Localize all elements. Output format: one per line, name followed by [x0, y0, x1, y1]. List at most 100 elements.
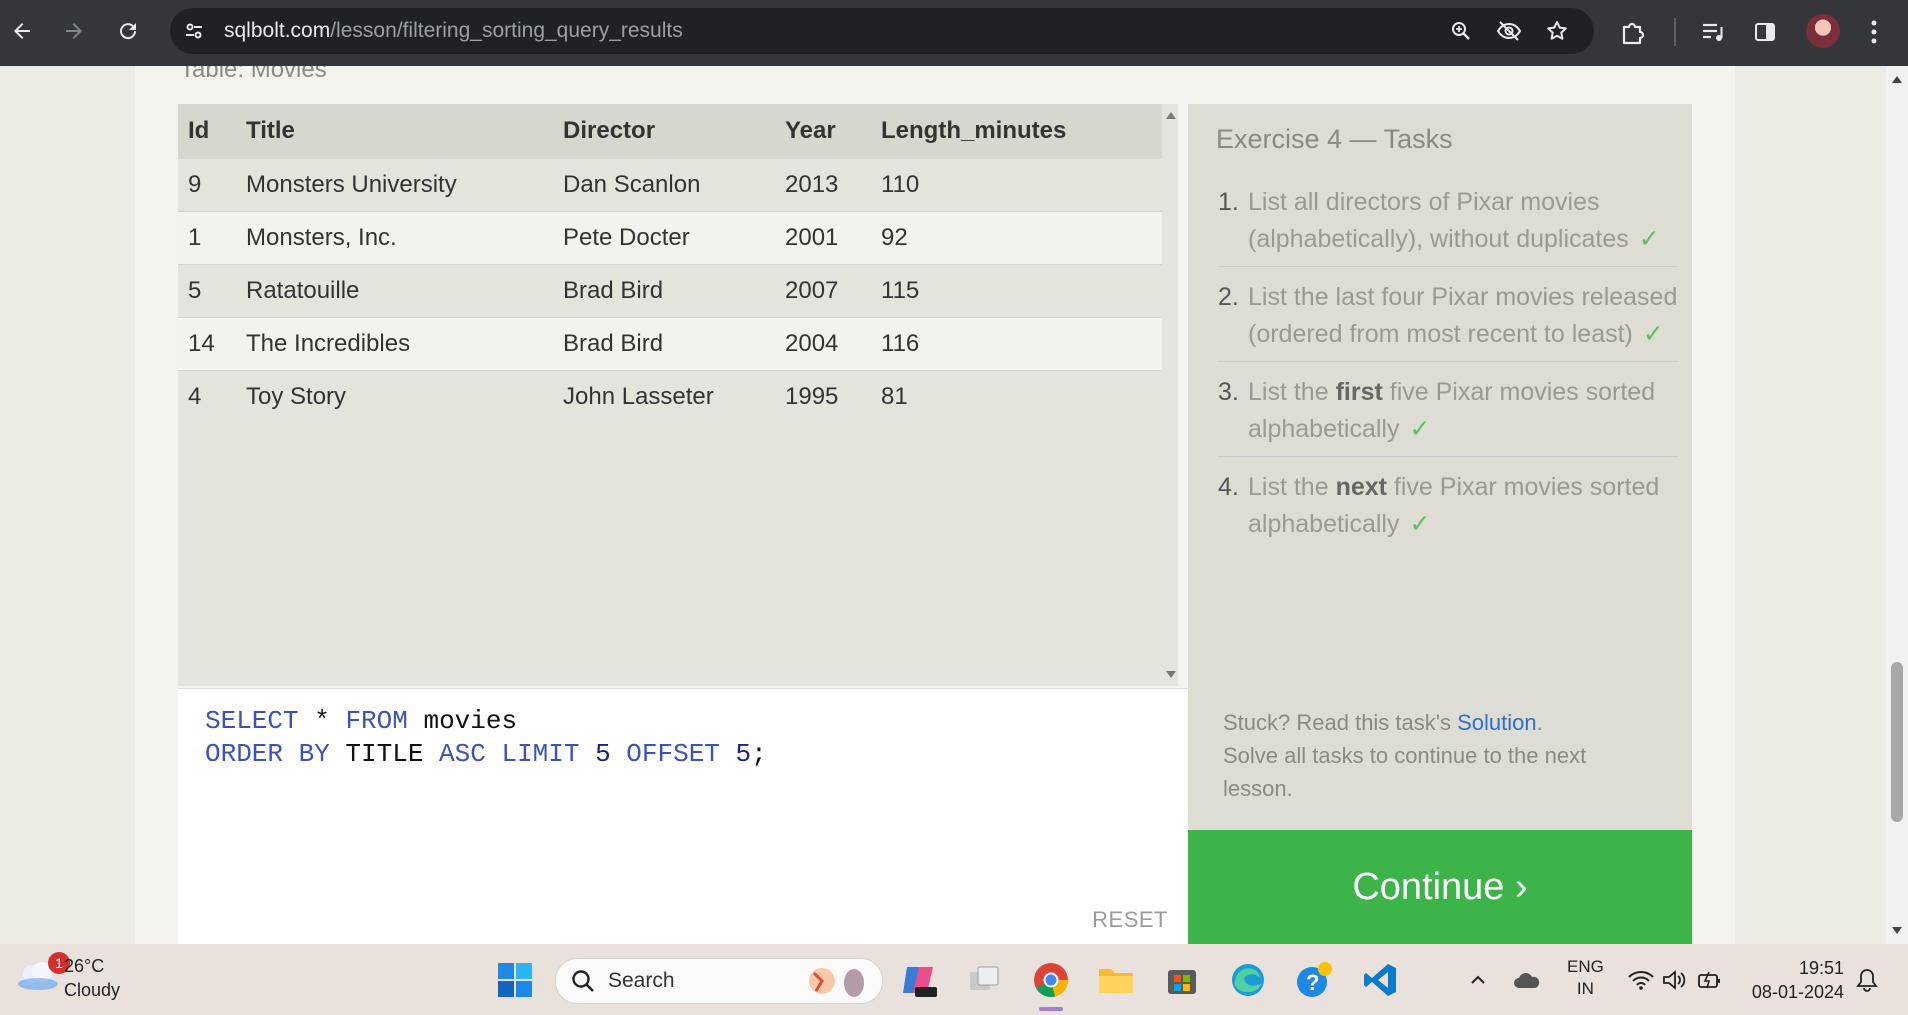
- table-row: 14 The Incredibles Brad Bird 2004 116: [178, 317, 1162, 371]
- check-icon: ✓: [1409, 415, 1431, 443]
- bookmark-star-icon[interactable]: [1544, 18, 1570, 44]
- task-number: 3.: [1218, 378, 1239, 406]
- system-clock[interactable]: 19:51 08-01-2024: [1744, 956, 1844, 1004]
- sql-text: *: [298, 706, 346, 736]
- edge-browser-icon[interactable]: [1226, 958, 1270, 1002]
- scroll-up-arrow-icon[interactable]: [1166, 112, 1176, 119]
- continue-button[interactable]: Continue ›: [1188, 830, 1692, 944]
- column-header: Length_minutes: [881, 104, 1162, 159]
- reset-button[interactable]: RESET: [1092, 907, 1168, 933]
- reload-button[interactable]: [110, 13, 146, 49]
- cell-year: 2013: [785, 158, 881, 212]
- forward-arrow-icon: [66, 23, 82, 39]
- cell-year: 2001: [785, 211, 881, 265]
- side-panel-icon[interactable]: [1749, 16, 1781, 48]
- table-row: 4 Toy Story John Lasseter 1995 81: [178, 370, 1162, 423]
- scroll-up-arrow-icon[interactable]: [1892, 76, 1902, 83]
- table-header-row: Id Title Director Year Length_minutes: [178, 104, 1162, 159]
- results-table: Id Title Director Year Length_minutes 9 …: [178, 104, 1162, 423]
- cell-id: 4: [178, 370, 246, 423]
- cell-title: Monsters University: [246, 158, 563, 212]
- query-results: Id Title Director Year Length_minutes 9 …: [178, 104, 1178, 686]
- show-hidden-icons-chevron-icon[interactable]: [1456, 958, 1500, 1002]
- task-item: 4. List the next five Pixar movies sorted…: [1218, 469, 1678, 551]
- exercise-tasks-panel: Exercise 4 — Tasks 1. List all directors …: [1188, 104, 1692, 686]
- onedrive-cloud-icon[interactable]: [1505, 958, 1549, 1002]
- vscode-app-icon[interactable]: [1358, 958, 1402, 1002]
- scrollbar-thumb[interactable]: [1891, 662, 1903, 822]
- search-highlight-icon: [809, 968, 864, 997]
- sql-text: ;: [751, 739, 767, 769]
- search-icon: [572, 970, 594, 992]
- stuck-text: Stuck? Read this task's: [1223, 710, 1458, 735]
- table-row: 9 Monsters University Dan Scanlon 2013 1…: [178, 158, 1162, 212]
- microsoft-store-icon[interactable]: [1160, 958, 1204, 1002]
- profile-avatar[interactable]: [1806, 14, 1840, 48]
- results-scrollbar[interactable]: [1164, 104, 1178, 686]
- cell-length: 110: [881, 158, 1162, 212]
- reload-icon: [120, 23, 137, 40]
- sql-editor[interactable]: SELECT * FROM movies ORDER BY TITLE ASC …: [178, 688, 1188, 944]
- forward-button[interactable]: [56, 13, 92, 49]
- scroll-down-arrow-icon[interactable]: [1892, 927, 1902, 934]
- taskbar-search[interactable]: Search: [555, 958, 883, 1004]
- weather-temperature: 26°C: [64, 956, 105, 976]
- weather-widget[interactable]: 1: [14, 952, 70, 999]
- stuck-period: .: [1536, 710, 1543, 735]
- page-scrollbar[interactable]: [1886, 66, 1908, 944]
- start-button[interactable]: [493, 958, 537, 1002]
- notification-bell-icon[interactable]: [1845, 958, 1889, 1002]
- sql-keyword: ORDER BY: [205, 739, 330, 769]
- cell-title: Monsters, Inc.: [246, 211, 563, 265]
- cell-title: Toy Story: [246, 370, 563, 423]
- task-emphasis: first: [1335, 378, 1383, 406]
- media-control-icon[interactable]: [1697, 16, 1729, 48]
- copilot-app-icon[interactable]: [896, 958, 940, 1002]
- windows-logo-icon: [498, 963, 532, 997]
- column-header: Id: [178, 104, 246, 159]
- task-number: 4.: [1218, 473, 1239, 501]
- back-button[interactable]: [4, 13, 40, 49]
- cell-length: 115: [881, 264, 1162, 318]
- kebab-menu-icon[interactable]: [1858, 16, 1890, 48]
- address-bar[interactable]: sqlbolt.com/lesson/filtering_sorting_que…: [170, 8, 1594, 54]
- extensions-icon[interactable]: [1617, 16, 1649, 48]
- url-text[interactable]: sqlbolt.com/lesson/filtering_sorting_que…: [224, 19, 683, 43]
- solve-all-text: Solve all tasks to continue to the next …: [1223, 743, 1587, 801]
- column-header: Year: [785, 104, 881, 159]
- sql-text: movies: [407, 706, 518, 736]
- site-info-icon[interactable]: [182, 19, 206, 48]
- cell-director: Brad Bird: [563, 264, 785, 318]
- cell-year: 2004: [785, 317, 881, 371]
- region-code: IN: [1576, 979, 1594, 998]
- task-item: 3. List the first five Pixar movies sorte…: [1218, 374, 1678, 457]
- check-icon: ✓: [1409, 510, 1431, 538]
- help-text: Stuck? Read this task's Solution. Solve a…: [1223, 706, 1643, 805]
- task-view-icon[interactable]: [962, 958, 1006, 1002]
- search-label: Search: [608, 969, 675, 992]
- check-icon: ✓: [1642, 320, 1664, 348]
- sql-number: 5: [595, 739, 611, 769]
- cell-length: 116: [881, 317, 1162, 371]
- exercise-title: Exercise 4 — Tasks: [1216, 124, 1453, 154]
- help-app-icon[interactable]: ?: [1292, 958, 1336, 1002]
- weather-condition: Cloudy: [64, 980, 121, 1000]
- check-icon: ✓: [1638, 225, 1660, 253]
- chrome-app-icon[interactable]: [1029, 958, 1073, 1002]
- browser-toolbar: sqlbolt.com/lesson/filtering_sorting_que…: [0, 0, 1908, 66]
- sql-code[interactable]: SELECT * FROM movies ORDER BY TITLE ASC …: [205, 705, 767, 771]
- eye-off-icon[interactable]: [1496, 18, 1522, 44]
- cell-length: 92: [881, 211, 1162, 265]
- task-text: List the: [1248, 378, 1336, 406]
- solution-link[interactable]: Solution: [1457, 710, 1537, 735]
- battery-icon[interactable]: [1688, 958, 1732, 1002]
- scroll-down-arrow-icon[interactable]: [1166, 671, 1176, 678]
- language-indicator[interactable]: ENG IN: [1567, 956, 1604, 1000]
- svg-text:?: ?: [1306, 970, 1319, 995]
- cell-id: 9: [178, 158, 246, 212]
- file-explorer-icon[interactable]: [1094, 958, 1138, 1002]
- task-text: List the last four Pixar movies released…: [1248, 283, 1678, 348]
- cell-title: Ratatouille: [246, 264, 563, 318]
- cell-year: 1995: [785, 370, 881, 423]
- zoom-icon[interactable]: [1448, 18, 1474, 44]
